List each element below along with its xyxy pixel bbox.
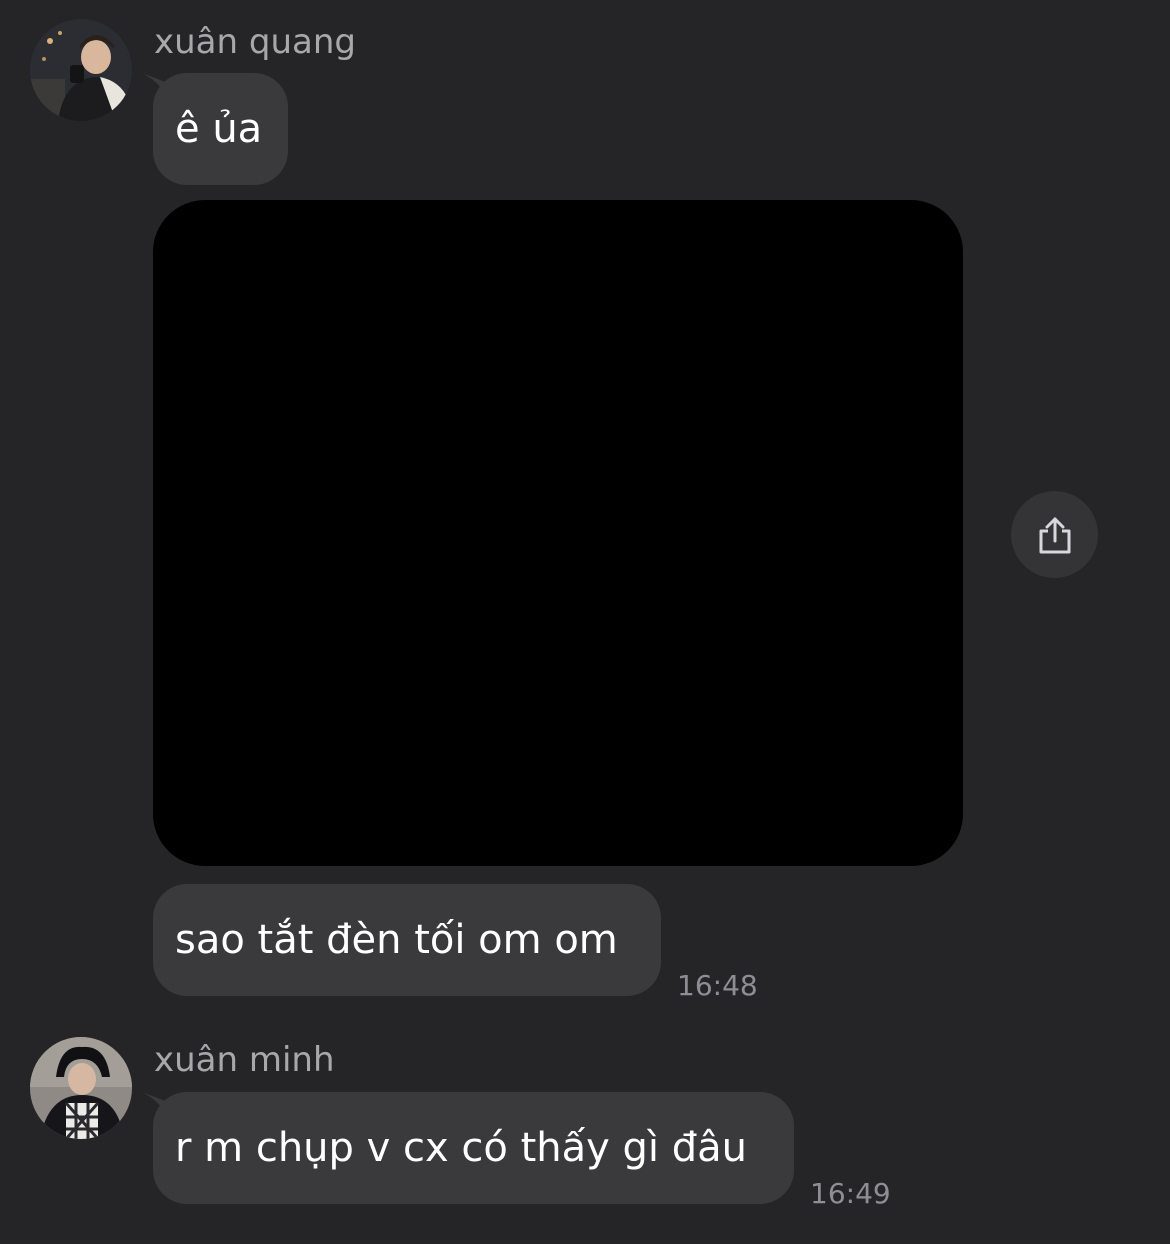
avatar-xuan-quang[interactable] (30, 19, 132, 121)
message-text: r m chụp v cx có thấy gì đâu (175, 1125, 747, 1171)
chat-thread: xuân quang ê ủa sao tắt đèn tối om om 16… (0, 0, 1170, 1244)
share-icon (1039, 517, 1070, 553)
message-bubble[interactable]: ê ủa (153, 73, 288, 185)
sender-name: xuân quang (154, 22, 356, 62)
avatar-xuan-minh[interactable] (30, 1037, 132, 1139)
message-text: sao tắt đèn tối om om (175, 917, 618, 963)
message-text: ê ủa (175, 106, 263, 152)
message-bubble[interactable]: sao tắt đèn tối om om (153, 884, 661, 996)
image-message[interactable] (153, 200, 963, 866)
sender-name: xuân minh (154, 1040, 335, 1080)
message-bubble[interactable]: r m chụp v cx có thấy gì đâu (153, 1092, 794, 1204)
message-timestamp: 16:48 (677, 969, 758, 1002)
message-timestamp: 16:49 (810, 1177, 891, 1210)
avatar-photo-icon (30, 1037, 132, 1139)
share-button[interactable] (1011, 491, 1098, 578)
avatar-photo-icon (30, 19, 132, 121)
